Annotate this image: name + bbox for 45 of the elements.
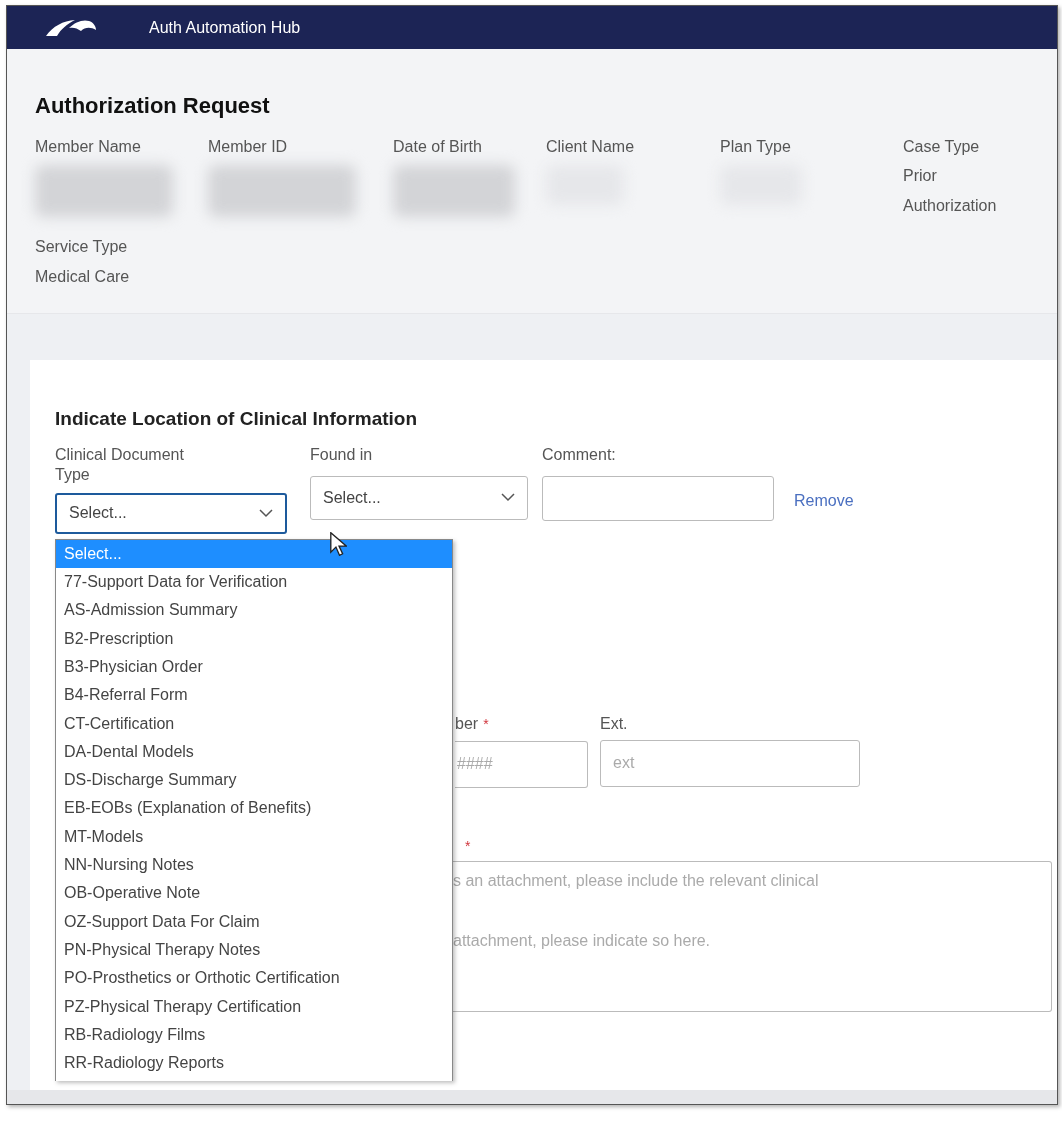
section-title: Indicate Location of Clinical Information [55, 408, 419, 431]
dropdown-option[interactable]: PZ-Physical Therapy Certification [56, 992, 452, 1021]
field-value: Medical Care [35, 267, 131, 288]
dropdown-option[interactable]: B2-Prescription [56, 624, 452, 653]
select-value: Select... [323, 487, 381, 508]
dropdown-option[interactable]: 77-Support Data for Verification [56, 568, 452, 597]
dropdown-option[interactable]: PN-Physical Therapy Notes [56, 935, 452, 965]
dropdown-option[interactable]: OB-Operative Note [56, 879, 452, 908]
field-label: Member ID [208, 137, 289, 158]
dropdown-option[interactable]: NN-Nursing Notes [56, 851, 452, 880]
app-title: Auth Automation Hub [149, 17, 301, 38]
required-mark: * [465, 836, 472, 856]
dropdown-option[interactable]: B3-Physician Order [56, 653, 452, 682]
dropdown-option[interactable]: EB-EOBs (Explanation of Benefits) [56, 794, 452, 823]
select-value: Select... [69, 503, 127, 524]
field-label: ber [455, 714, 479, 735]
select-field[interactable]: Select... [310, 475, 528, 520]
dropdown-option[interactable]: DS-Discharge Summary [56, 766, 452, 795]
select-field[interactable]: Select... [55, 492, 287, 534]
dropdown-option[interactable]: CT-Certification [56, 709, 452, 738]
field-label: Case Type [903, 137, 981, 158]
text-input[interactable]: #### [455, 740, 588, 788]
page-title: Authorization Request [35, 93, 271, 120]
field-label: Comment: [542, 444, 617, 465]
dropdown-option[interactable]: OZ-Support Data For Claim [56, 907, 452, 936]
dropdown-option[interactable]: RR-Radiology Reports [56, 1049, 452, 1078]
remove-link[interactable]: Remove [794, 488, 854, 513]
field-label: Ext. [600, 713, 628, 734]
dropdown-option[interactable]: B4-Referral Form [56, 681, 452, 710]
required-mark: * [483, 714, 489, 734]
field-label: Service Type [35, 237, 129, 258]
dropdown-option[interactable]: RB-Radiology Films [56, 1020, 452, 1050]
text-input[interactable]: ext [600, 739, 860, 787]
notes-textarea[interactable]: s an attachment, please include the relevant clinical attachment, please indicate so here. [453, 860, 1052, 1012]
field-label: Client Name [546, 137, 636, 158]
field-label: Date of Birth [393, 137, 483, 158]
field-label: Found in [310, 444, 374, 465]
field-label: Member Name [35, 137, 142, 158]
dropdown-option[interactable]: PO-Prosthetics or Orthotic Certification [56, 964, 452, 993]
field-value: Prior Authorization [903, 166, 998, 217]
field-label: Plan Type [720, 137, 792, 158]
dropdown-option[interactable]: AS-Admission Summary [56, 596, 452, 625]
field-label: Clinical Document Type [55, 444, 185, 485]
dropdown-option[interactable]: DA-Dental Models [56, 737, 452, 767]
dropdown-option[interactable]: MT-Models [56, 822, 452, 852]
